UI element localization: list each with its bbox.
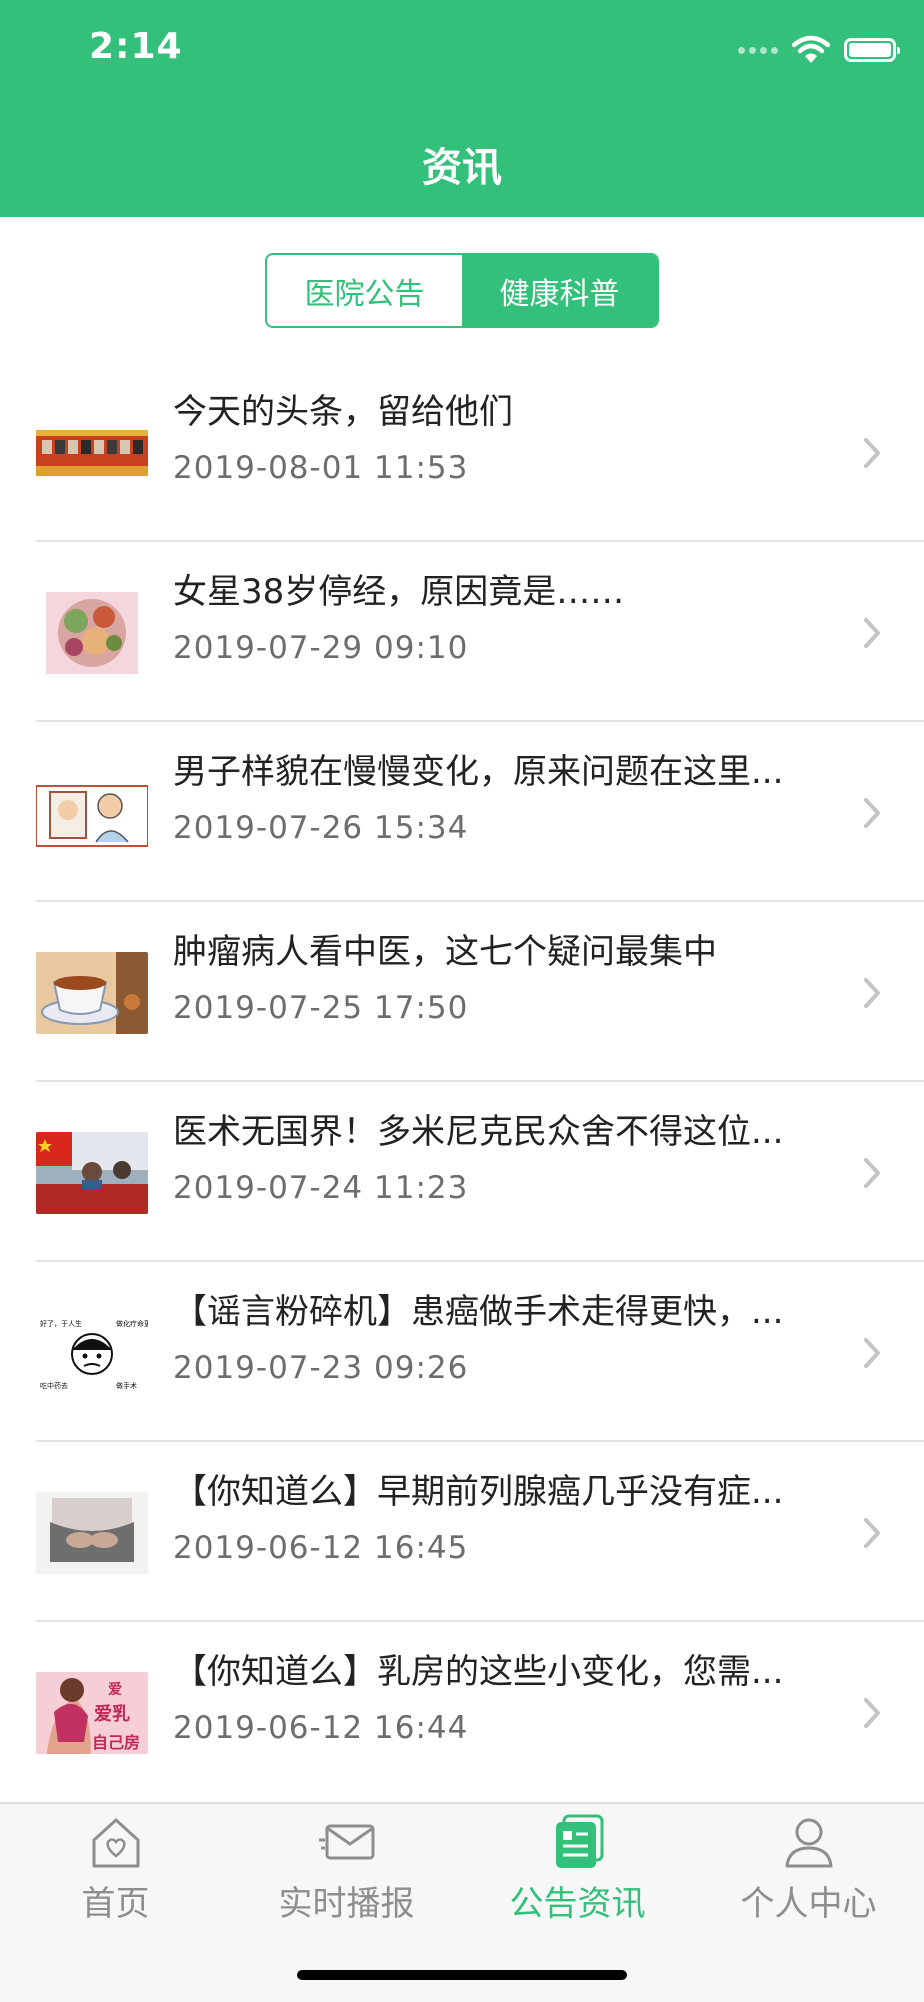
- chevron-right-icon: [864, 978, 880, 1008]
- battery-icon: [844, 38, 900, 62]
- article-row[interactable]: 医术无国界！多米尼克民众舍不得这位... 2019-07-24 11:23: [0, 1082, 924, 1262]
- tab-announcements-news[interactable]: 公告资讯: [462, 1814, 693, 1925]
- article-list: 今天的头条，留给他们 2019-08-01 11:53 女星38岁停经，原因竟是…: [0, 362, 924, 1802]
- wifi-icon: [792, 35, 830, 63]
- article-title: 【谣言粉碎机】患癌做手术走得更快，...: [173, 1292, 784, 1332]
- page-title: 资讯: [422, 145, 502, 191]
- chevron-right-icon: [864, 1518, 880, 1548]
- article-date: 2019-07-23 09:26: [173, 1350, 469, 1386]
- thumb-caption: 自己房: [92, 1733, 140, 1752]
- article-thumbnail: [36, 952, 148, 1034]
- chevron-right-icon: [864, 438, 880, 468]
- thumb-caption: 做手术: [116, 1381, 137, 1390]
- tab-label: 个人中心: [740, 1884, 877, 1924]
- article-thumbnail: [36, 592, 148, 674]
- article-thumbnail: [36, 1132, 148, 1214]
- tab-home[interactable]: 首页: [0, 1814, 231, 1925]
- chevron-right-icon: [864, 1338, 880, 1368]
- tab-personal-center[interactable]: 个人中心: [693, 1814, 924, 1925]
- envelope-icon: [318, 1824, 374, 1860]
- article-row[interactable]: 好了，于人生 做化疗命更长 吃中药去 做手术 【谣言粉碎机】患癌做手术走得更快，…: [0, 1262, 924, 1442]
- tab-health-science[interactable]: 健康科普: [462, 255, 657, 326]
- chevron-right-icon: [864, 1698, 880, 1728]
- article-title: 【你知道么】乳房的这些小变化，您需...: [173, 1652, 784, 1692]
- article-title: 【你知道么】早期前列腺癌几乎没有症...: [173, 1472, 784, 1512]
- article-title: 女星38岁停经，原因竟是……: [173, 572, 625, 612]
- article-row[interactable]: 今天的头条，留给他们 2019-08-01 11:53: [0, 362, 924, 542]
- article-date: 2019-07-24 11:23: [173, 1170, 469, 1206]
- chevron-right-icon: [864, 618, 880, 648]
- status-indicators: [738, 30, 900, 70]
- article-date: 2019-06-12 16:45: [173, 1530, 469, 1566]
- nav-header: 2:14 资讯: [0, 0, 924, 217]
- article-date: 2019-07-29 09:10: [173, 630, 469, 666]
- signal-icon: [738, 46, 778, 54]
- tab-label: 公告资讯: [509, 1884, 646, 1924]
- thumb-caption: 吃中药去: [40, 1381, 68, 1390]
- status-time: 2:14: [89, 26, 183, 67]
- article-date: 2019-08-01 11:53: [173, 450, 469, 486]
- person-icon: [785, 1818, 832, 1868]
- category-segmented-control: 医院公告 健康科普: [265, 253, 659, 328]
- chevron-right-icon: [864, 1158, 880, 1188]
- article-row[interactable]: 爱 爱乳 自己房 【你知道么】乳房的这些小变化，您需... 2019-06-12…: [0, 1622, 924, 1802]
- article-title: 医术无国界！多米尼克民众舍不得这位...: [173, 1112, 784, 1152]
- article-thumbnail: [36, 772, 148, 854]
- article-thumbnail: [36, 1492, 148, 1574]
- news-icon: [555, 1814, 603, 1868]
- article-row[interactable]: 肿瘤病人看中医，这七个疑问最集中 2019-07-25 17:50: [0, 902, 924, 1082]
- article-thumbnail: 爱 爱乳 自己房: [36, 1672, 148, 1754]
- home-indicator[interactable]: [297, 1970, 627, 1980]
- article-row[interactable]: 【你知道么】早期前列腺癌几乎没有症... 2019-06-12 16:45: [0, 1442, 924, 1622]
- article-row[interactable]: 女星38岁停经，原因竟是…… 2019-07-29 09:10: [0, 542, 924, 722]
- chevron-right-icon: [864, 798, 880, 828]
- thumb-caption: 做化疗命更长: [116, 1319, 148, 1328]
- tab-live-broadcast[interactable]: 实时播报: [231, 1814, 462, 1925]
- article-row[interactable]: 男子样貌在慢慢变化，原来问题在这里... 2019-07-26 15:34: [0, 722, 924, 902]
- thumb-caption: 爱乳: [94, 1704, 130, 1725]
- article-date: 2019-06-12 16:44: [173, 1710, 469, 1746]
- tab-label: 实时播报: [278, 1884, 415, 1924]
- home-icon: [92, 1818, 139, 1868]
- article-thumbnail: [36, 412, 148, 494]
- article-title: 今天的头条，留给他们: [173, 392, 513, 432]
- thumb-caption: 好了，于人生: [40, 1319, 82, 1328]
- article-date: 2019-07-25 17:50: [173, 990, 469, 1026]
- tab-label: 首页: [81, 1884, 150, 1924]
- tab-hospital-announcements[interactable]: 医院公告: [267, 255, 462, 326]
- article-thumbnail: 好了，于人生 做化疗命更长 吃中药去 做手术: [36, 1312, 148, 1394]
- thumb-caption: 爱: [108, 1682, 122, 1698]
- article-title: 男子样貌在慢慢变化，原来问题在这里...: [173, 752, 784, 792]
- article-title: 肿瘤病人看中医，这七个疑问最集中: [173, 932, 717, 972]
- article-date: 2019-07-26 15:34: [173, 810, 469, 846]
